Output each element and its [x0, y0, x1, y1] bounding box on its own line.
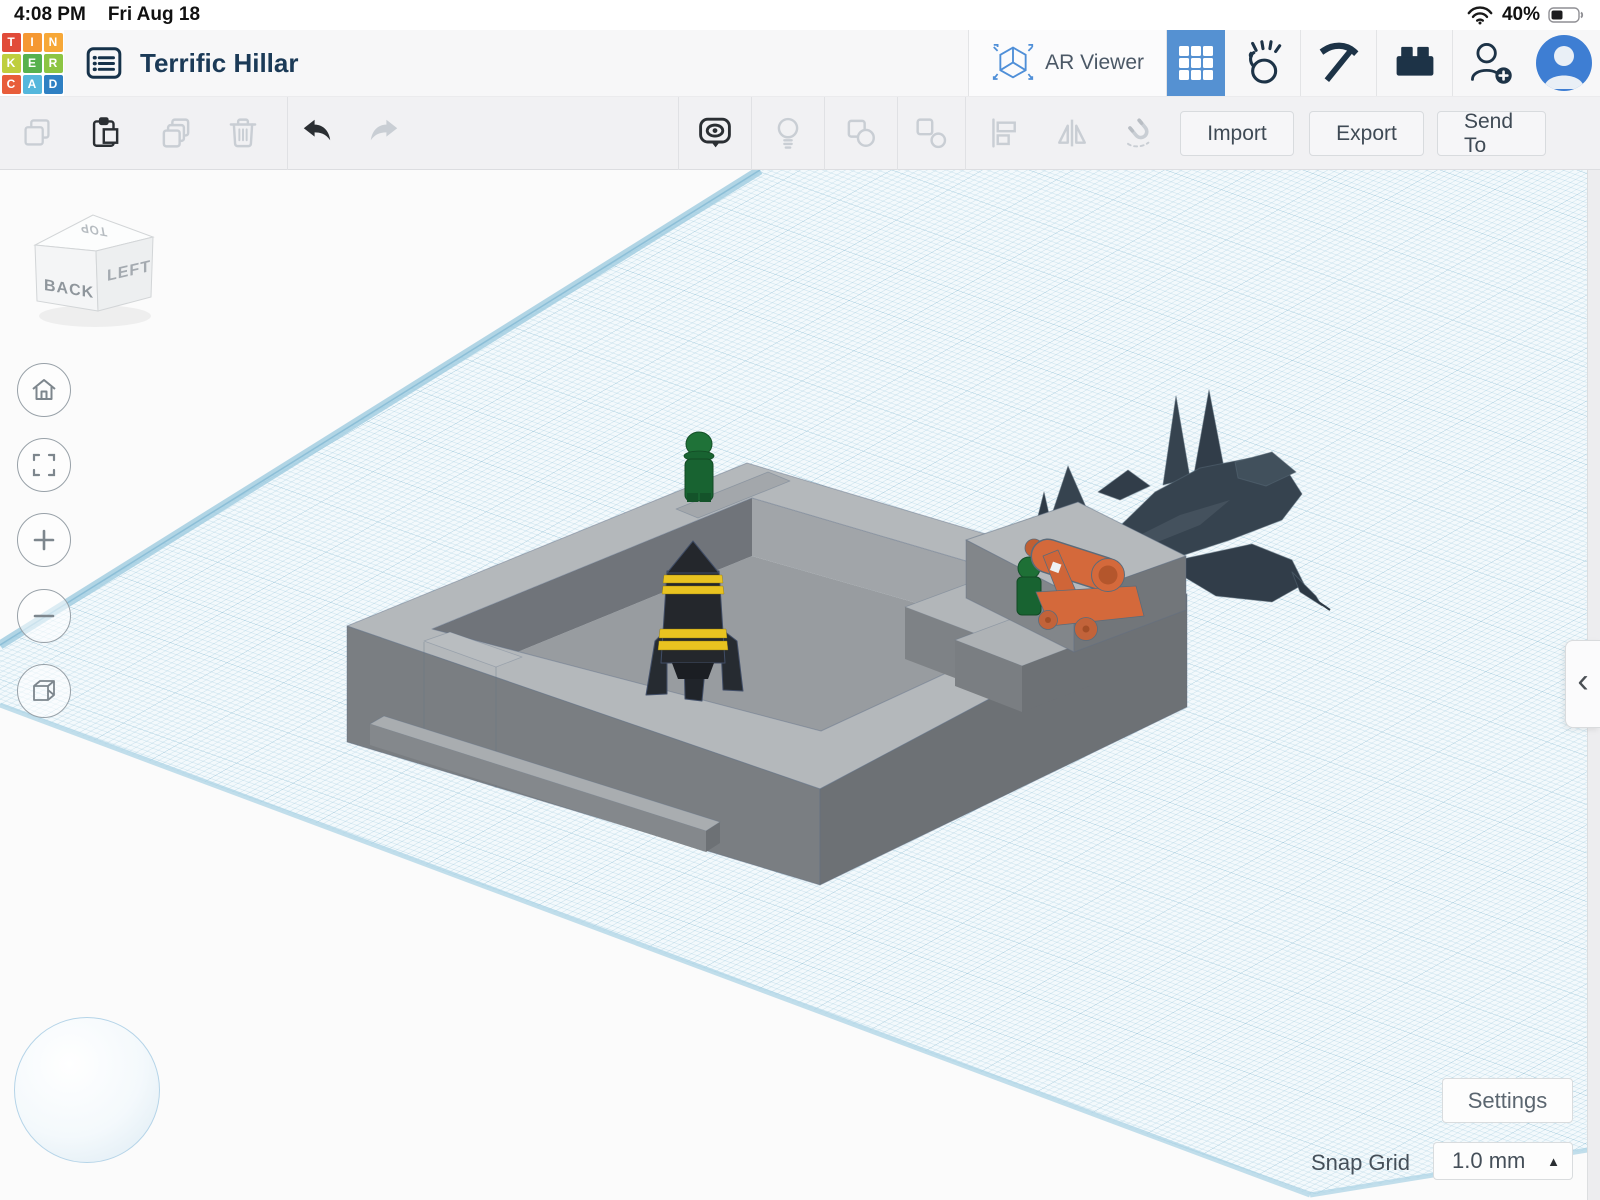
logo-tile: D: [44, 75, 63, 94]
caret-up-icon: ▲: [1547, 1154, 1560, 1169]
minifig-on-wall-model[interactable]: [684, 432, 714, 502]
toolbar-divider: [965, 97, 966, 170]
status-time: 4:08 PM: [14, 4, 86, 26]
wifi-icon: [1466, 4, 1494, 26]
workplane-scene[interactable]: BACK LEFT TOP: [0, 170, 1600, 1200]
snap-grid-value: 1.0 mm: [1452, 1148, 1525, 1174]
viewport[interactable]: BACK LEFT TOP: [0, 170, 1600, 1200]
logo-tile: I: [23, 33, 42, 52]
mirror-button[interactable]: [1047, 108, 1097, 158]
battery-percent: 40%: [1502, 4, 1540, 26]
send-to-button[interactable]: Send To: [1437, 111, 1546, 156]
grid-3x3-icon: [1178, 45, 1214, 81]
light-button[interactable]: [763, 108, 813, 158]
lego-export-button[interactable]: [1377, 30, 1452, 96]
chevron-left-icon: ‹: [1577, 662, 1588, 701]
tinkercad-app: 4:08 PM Fri Aug 18 40% T I: [0, 0, 1600, 1200]
battery-icon: [1548, 5, 1586, 25]
flick-hand-icon: [1240, 40, 1286, 86]
undo-button[interactable]: [292, 108, 342, 158]
ar-viewer-label: AR Viewer: [1045, 51, 1144, 75]
brick-icon: [1392, 40, 1438, 86]
sim-lab-button[interactable]: [1225, 30, 1300, 96]
header: T I N K E R C A D Terrific Hillar: [0, 30, 1600, 97]
design-title[interactable]: Terrific Hillar: [140, 48, 298, 79]
toolbar-divider: [751, 97, 752, 170]
snap-grid-select[interactable]: 1.0 mm ▲: [1433, 1142, 1573, 1180]
redo-button[interactable]: [359, 108, 409, 158]
logo-tile: C: [2, 75, 21, 94]
settings-button[interactable]: Settings: [1442, 1078, 1573, 1123]
ar-viewer-button[interactable]: AR Viewer: [969, 30, 1166, 96]
logo-tile: K: [2, 54, 21, 73]
logo-tile: R: [44, 54, 63, 73]
magnet-button[interactable]: [1115, 108, 1165, 158]
logo-tile: N: [44, 33, 63, 52]
export-button[interactable]: Export: [1309, 111, 1424, 156]
duplicate-button[interactable]: [151, 108, 201, 158]
ar-cube-icon: [991, 41, 1035, 85]
logo-tile: E: [23, 54, 42, 73]
person-add-icon: [1467, 39, 1515, 87]
snap-grid-label: Snap Grid: [1290, 1150, 1410, 1176]
tinkercad-logo[interactable]: T I N K E R C A D: [0, 30, 64, 96]
copy-button[interactable]: [12, 108, 62, 158]
toolbar-divider: [824, 97, 825, 170]
delete-button[interactable]: [218, 108, 268, 158]
zoom-out-button[interactable]: [17, 589, 71, 643]
zoom-in-button[interactable]: [17, 513, 71, 567]
import-button[interactable]: Import: [1180, 111, 1294, 156]
status-date: Fri Aug 18: [108, 4, 200, 26]
toolbar-divider: [678, 97, 679, 170]
panel-expand-tab[interactable]: ‹: [1565, 640, 1600, 728]
pickaxe-icon: [1316, 40, 1362, 86]
view-cube[interactable]: BACK LEFT TOP: [35, 215, 153, 327]
ungroup-button[interactable]: [906, 108, 956, 158]
design-menu-button[interactable]: [84, 43, 124, 83]
group-button[interactable]: [836, 108, 886, 158]
logo-tile: A: [23, 75, 42, 94]
paste-button[interactable]: [80, 108, 130, 158]
status-bar: 4:08 PM Fri Aug 18 40%: [0, 0, 1600, 30]
fit-view-button[interactable]: [17, 438, 71, 492]
toolbar-divider: [897, 97, 898, 170]
align-button[interactable]: [980, 108, 1030, 158]
logo-tile: T: [2, 33, 21, 52]
toolbar: Import Export Send To: [0, 97, 1600, 170]
perspective-toggle-button[interactable]: [17, 664, 71, 718]
toolbar-divider: [287, 97, 288, 170]
list-icon: [85, 44, 123, 82]
minecraft-export-button[interactable]: [1301, 30, 1376, 96]
add-collaborator-button[interactable]: [1453, 30, 1528, 96]
view-3d-design-button[interactable]: [1167, 30, 1225, 96]
show-all-button[interactable]: [690, 108, 740, 158]
home-view-button[interactable]: [17, 363, 71, 417]
user-avatar[interactable]: [1536, 35, 1592, 91]
orbit-control-sphere[interactable]: [14, 1017, 160, 1163]
